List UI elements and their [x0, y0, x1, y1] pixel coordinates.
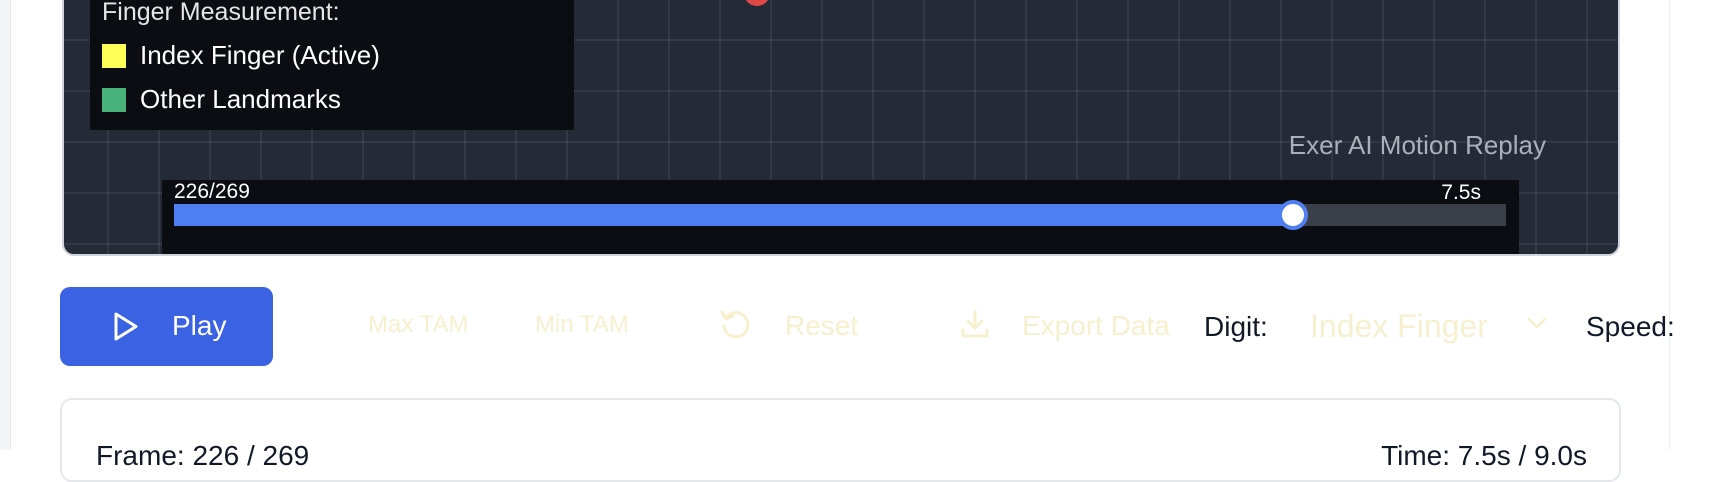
chevron-down-icon [1527, 317, 1547, 329]
left-edge [0, 0, 11, 450]
time-info-text: Time: 7.5s / 9.0s [1381, 440, 1587, 471]
reset-button[interactable]: Reset [785, 310, 858, 342]
finger-legend: Finger Measurement: Index Finger (Active… [90, 0, 574, 130]
timeline-scrubber[interactable]: 226/269 7.5s [162, 180, 1519, 254]
digit-label: Digit: [1204, 311, 1268, 342]
frame-info-text: Frame: 226 / 269 [96, 440, 310, 471]
frame-info-card: Frame: 226 / 269 Time: 7.5s / 9.0s [60, 398, 1621, 482]
play-icon [114, 312, 138, 341]
play-button-label: Play [172, 310, 227, 341]
legend-title: Finger Measurement: [102, 0, 340, 26]
replay-watermark-title: Exer AI Motion Replay [1288, 130, 1546, 160]
landmark-point [744, 0, 770, 6]
legend-swatch-yellow [102, 43, 126, 68]
legend-item-label: Other Landmarks [140, 84, 341, 114]
min-tam-button[interactable]: Min TAM [535, 311, 629, 339]
legend-item-index-finger: Index Finger (Active) [102, 40, 380, 71]
export-data-button[interactable]: Export Data [1022, 310, 1170, 342]
digit-select-value: Index Finger [1310, 307, 1488, 344]
legend-item-other-landmarks: Other Landmarks [102, 84, 341, 115]
timeline-handle[interactable] [1278, 200, 1309, 230]
reset-icon[interactable] [718, 307, 752, 341]
right-edge [1669, 0, 1720, 450]
digit-select[interactable]: Index Finger [1310, 306, 1547, 346]
speed-label: Speed: [1586, 311, 1675, 342]
legend-item-label: Index Finger (Active) [140, 40, 380, 70]
motion-replay-canvas: Finger Measurement: Index Finger (Active… [62, 0, 1620, 256]
elapsed-time: 7.5s [1441, 181, 1481, 204]
frame-counter: 226/269 [174, 180, 250, 203]
play-button[interactable]: Play [60, 287, 273, 366]
max-tam-button[interactable]: Max TAM [368, 311, 468, 339]
legend-swatch-green [102, 87, 126, 112]
download-icon[interactable] [958, 307, 992, 341]
timeline-progress-fill [174, 204, 1294, 226]
timeline-track[interactable] [174, 200, 1506, 230]
